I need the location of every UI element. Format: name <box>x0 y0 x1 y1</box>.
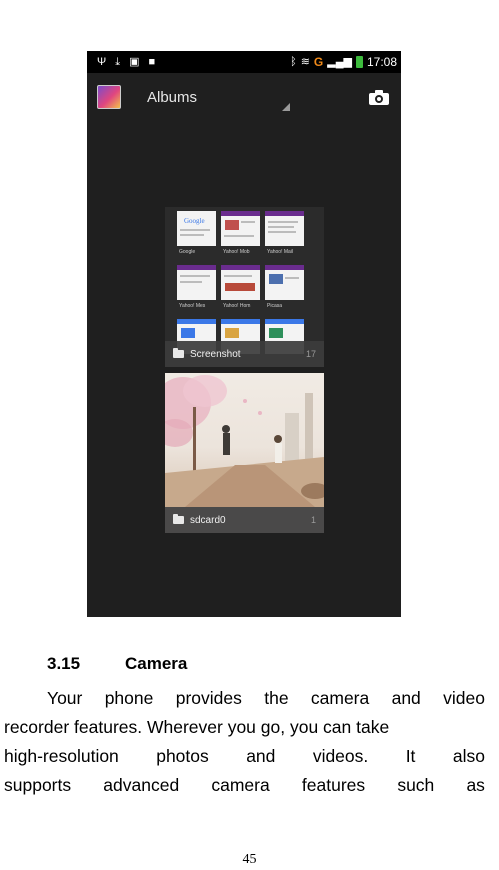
album-label: sdcard0 1 <box>165 507 324 533</box>
album-screenshot[interactable]: Google Google Yahoo! Mob Yahoo! Mail Yah… <box>165 207 324 367</box>
folder-icon <box>173 348 184 358</box>
album-name: Screenshot <box>190 348 241 360</box>
album-label: Screenshot 17 <box>165 341 324 367</box>
section-number: 3.15 <box>47 654 81 673</box>
screenshot-thumbnails <box>177 265 304 300</box>
word: It <box>405 746 416 766</box>
word: Your <box>47 688 83 708</box>
camera-icon[interactable] <box>369 89 389 105</box>
folder-icon <box>173 514 184 524</box>
action-bar: Albums <box>87 73 401 121</box>
sd-card-icon: ■ <box>148 55 156 68</box>
wifi-icon: ≋ <box>300 55 310 68</box>
thumbnail-caption: Yahoo! Mes <box>179 303 206 309</box>
thumbnail <box>177 265 216 300</box>
word: photos <box>156 746 209 766</box>
thumbnail-caption: Yahoo! Hom <box>223 303 251 309</box>
usb-icon: Ψ <box>97 55 107 68</box>
thumbnail <box>221 211 260 246</box>
thumbnail: Google <box>177 211 216 246</box>
battery-icon <box>355 56 363 68</box>
phone-screenshot: Ψ ⤓ ▣ ■ ᛒ ≋ G ▂▄▆ 17:08 Albums Google Go… <box>87 51 401 617</box>
screenshot-thumbnails: Google <box>177 211 304 246</box>
body-paragraph: Your phone provides the camera and video… <box>4 684 485 800</box>
thumbnail <box>265 265 304 300</box>
word: advanced <box>103 775 180 795</box>
word: the <box>264 688 289 708</box>
album-name: sdcard0 <box>190 514 226 526</box>
word: supports <box>4 775 72 795</box>
word: high-resolution <box>4 746 119 766</box>
network-type-label: G <box>313 55 324 69</box>
image-notification-icon: ▣ <box>129 55 140 68</box>
word: and <box>391 688 421 708</box>
thumbnail-caption: Yahoo! Mail <box>267 249 294 255</box>
album-count: 1 <box>310 515 316 525</box>
section-heading: 3.15 Camera <box>47 654 187 674</box>
clock: 17:08 <box>366 55 397 69</box>
album-count: 17 <box>305 349 316 359</box>
painting-image <box>165 375 324 507</box>
word: videos. <box>312 746 369 766</box>
download-icon: ⤓ <box>115 55 121 68</box>
word: camera <box>310 688 370 708</box>
paragraph-line: high-resolution photos and videos. It al… <box>4 742 485 771</box>
word: video <box>443 688 485 708</box>
thumbnail <box>265 211 304 246</box>
thumbnail <box>221 265 260 300</box>
word: camera <box>211 775 270 795</box>
section-title: Camera <box>125 654 188 673</box>
word: and <box>246 746 276 766</box>
thumbnail-caption: Picasa <box>267 303 283 309</box>
paragraph-line: recorder features. Wherever you go, you … <box>4 717 390 737</box>
thumbnail-caption: Yahoo! Mob <box>223 249 250 255</box>
paragraph-line: supports advanced camera features such a… <box>4 771 485 800</box>
album-sdcard0[interactable]: sdcard0 1 <box>165 373 324 533</box>
dropdown-indicator-icon[interactable] <box>282 103 291 111</box>
word: provides <box>175 688 242 708</box>
bluetooth-icon: ᛒ <box>290 55 297 68</box>
word: as <box>466 775 485 795</box>
album-cover-painting <box>165 373 324 507</box>
paragraph-line: Your phone provides the camera and video <box>4 684 485 713</box>
word: also <box>452 746 485 766</box>
signal-icon: ▂▄▆ <box>327 55 352 68</box>
albums-title[interactable]: Albums <box>147 89 197 106</box>
gallery-app-icon[interactable] <box>97 85 121 109</box>
status-bar: Ψ ⤓ ▣ ■ ᛒ ≋ G ▂▄▆ 17:08 <box>87 51 401 73</box>
page-number: 45 <box>242 852 257 867</box>
thumbnail-caption: Google <box>179 249 196 255</box>
word: phone <box>104 688 154 708</box>
word: such <box>397 775 435 795</box>
word: features <box>301 775 366 795</box>
